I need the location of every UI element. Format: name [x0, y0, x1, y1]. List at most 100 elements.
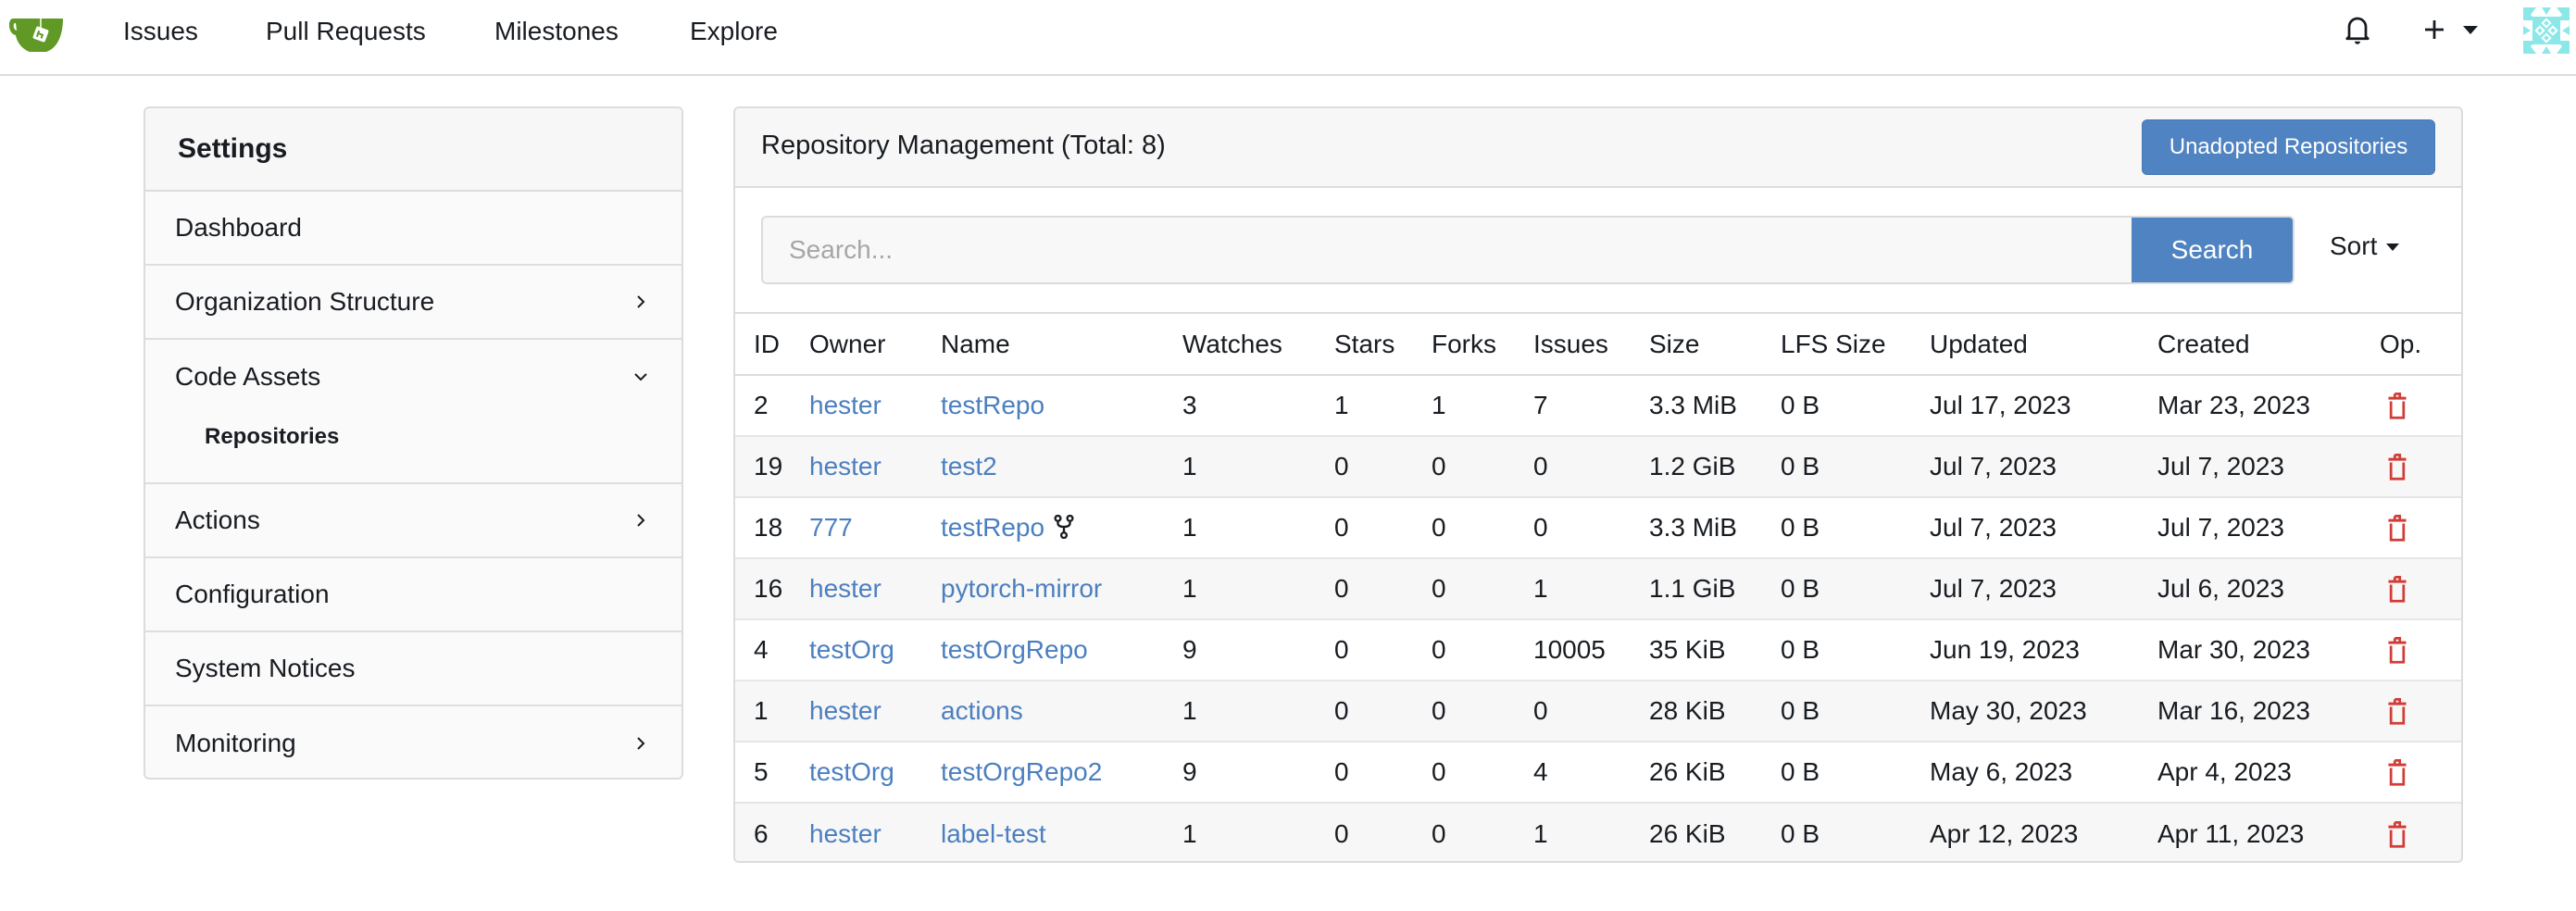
trash-icon[interactable] [2387, 759, 2407, 787]
repo-owner-link[interactable]: hester [809, 819, 882, 848]
sidebar-title: Settings [145, 108, 682, 192]
trash-icon[interactable] [2387, 454, 2407, 481]
repo-id: 6 [754, 818, 769, 848]
repo-size: 1.2 GiB [1649, 436, 1781, 498]
repo-watches: 1 [1182, 680, 1334, 743]
column-header-lfs-size[interactable]: LFS Size [1781, 314, 1930, 376]
column-header-size[interactable]: Size [1649, 314, 1781, 376]
gitea-logo-icon[interactable] [9, 11, 67, 54]
repo-created: Jul 7, 2023 [2157, 497, 2380, 559]
repo-id: 19 [735, 436, 809, 498]
repo-lfs-size: 0 B [1781, 680, 1930, 743]
sidebar-item-system-notices[interactable]: System Notices [145, 632, 682, 706]
repo-owner-link[interactable]: hester [809, 391, 882, 419]
repo-created: Jul 7, 2023 [2157, 436, 2380, 498]
repo-size: 1.1 GiB [1649, 558, 1781, 620]
nav-explore[interactable]: Explore [690, 16, 778, 47]
chevron-right-icon [637, 295, 645, 308]
repo-name-link[interactable]: testRepo [941, 513, 1044, 542]
column-header-issues[interactable]: Issues [1533, 314, 1649, 376]
table-row: 2 hester testRepo 3 1 1 7 3.3 MiB 0 B Ju… [735, 375, 2461, 437]
repo-forks: 0 [1432, 818, 1446, 848]
repo-name-link[interactable]: testOrgRepo2 [941, 757, 1102, 786]
avatar[interactable] [2523, 7, 2570, 54]
chevron-right-icon [637, 737, 645, 750]
trash-icon[interactable] [2387, 637, 2407, 665]
repo-owner-link[interactable]: 777 [809, 513, 853, 542]
trash-icon[interactable] [2387, 515, 2407, 543]
column-header-owner[interactable]: Owner [809, 314, 941, 376]
plus-icon[interactable] [2420, 13, 2448, 46]
column-header-forks[interactable]: Forks [1432, 314, 1533, 376]
nav-issues[interactable]: Issues [123, 16, 198, 47]
column-header-watches[interactable]: Watches [1182, 314, 1334, 376]
repo-issues: 1 [1533, 818, 1548, 848]
repo-name-link[interactable]: pytorch-mirror [941, 574, 1102, 603]
column-header-stars[interactable]: Stars [1334, 314, 1432, 376]
repo-issues: 0 [1533, 497, 1649, 559]
repo-stars: 0 [1334, 818, 1349, 848]
repo-owner-link[interactable]: hester [809, 696, 882, 725]
repo-issues: 4 [1533, 742, 1649, 804]
repo-size: 3.3 MiB [1649, 375, 1781, 437]
table-row: 18 777 testRepo 1 0 0 0 3.3 MiB 0 B Jul … [735, 497, 2461, 559]
repo-name-link[interactable]: actions [941, 696, 1023, 725]
repo-forks: 0 [1432, 497, 1533, 559]
sort-dropdown[interactable]: Sort [2330, 231, 2400, 261]
trash-icon[interactable] [2387, 698, 2407, 726]
repo-owner-link[interactable]: testOrg [809, 635, 894, 664]
repo-owner-link[interactable]: hester [809, 452, 882, 480]
repo-lfs-size: 0 B [1781, 497, 1930, 559]
repo-id: 5 [735, 742, 809, 804]
repo-watches: 1 [1182, 818, 1197, 848]
repo-watches: 9 [1182, 619, 1334, 681]
repo-owner-link[interactable]: testOrg [809, 757, 894, 786]
sidebar-item-dashboard[interactable]: Dashboard [145, 192, 682, 266]
repo-created: Mar 16, 2023 [2157, 680, 2380, 743]
search-input[interactable] [761, 216, 2135, 284]
repo-watches: 9 [1182, 742, 1334, 804]
repo-updated: Jun 19, 2023 [1930, 619, 2157, 681]
column-header-updated[interactable]: Updated [1930, 314, 2157, 376]
repo-created: Jul 6, 2023 [2157, 558, 2380, 620]
repo-watches: 3 [1182, 375, 1334, 437]
trash-icon[interactable] [2387, 820, 2407, 849]
column-header-name[interactable]: Name [941, 314, 1182, 376]
nav-pull-requests[interactable]: Pull Requests [266, 16, 426, 47]
repo-owner-link[interactable]: hester [809, 574, 882, 603]
repo-name-link[interactable]: label-test [941, 819, 1046, 848]
sidebar-item-actions[interactable]: Actions [145, 484, 682, 558]
nav-milestones[interactable]: Milestones [494, 16, 619, 47]
repo-updated: May 6, 2023 [1930, 742, 2157, 804]
sidebar-item-code-assets[interactable]: Code Assets [145, 340, 682, 414]
trash-icon[interactable] [2387, 393, 2407, 420]
repo-watches: 1 [1182, 497, 1334, 559]
repo-stars: 0 [1334, 619, 1432, 681]
repository-management-panel: Repository Management (Total: 8) Unadopt… [733, 106, 2463, 863]
column-header-id[interactable]: ID [735, 314, 809, 376]
sidebar-subitem-repositories[interactable]: Repositories [145, 414, 682, 460]
repo-watches: 1 [1182, 558, 1334, 620]
repo-name-link[interactable]: test2 [941, 452, 997, 480]
admin-settings-sidebar: Settings Dashboard Organization Structur… [144, 106, 683, 780]
repo-name-link[interactable]: testRepo [941, 391, 1044, 419]
repo-stars: 0 [1334, 558, 1432, 620]
repo-updated: Jul 7, 2023 [1930, 558, 2157, 620]
repositories-table: ID Owner Name Watches Stars Forks Issues… [735, 314, 2461, 861]
sidebar-item-configuration[interactable]: Configuration [145, 558, 682, 632]
repo-stars: 0 [1334, 680, 1432, 743]
create-dropdown-caret-icon[interactable] [2463, 26, 2478, 34]
unadopted-repositories-button[interactable]: Unadopted Repositories [2142, 119, 2435, 175]
bell-icon[interactable] [2341, 13, 2374, 46]
repo-updated: Apr 12, 2023 [1930, 818, 2079, 848]
repo-size: 26 KiB [1649, 818, 1726, 848]
column-header-created[interactable]: Created [2157, 314, 2380, 376]
repo-name-link[interactable]: testOrgRepo [941, 635, 1088, 664]
search-button[interactable]: Search [2132, 216, 2295, 284]
sidebar-item-monitoring[interactable]: Monitoring [145, 706, 682, 778]
repo-stars: 0 [1334, 497, 1432, 559]
sidebar-group-code-assets: Code Assets Repositories [145, 340, 682, 484]
repo-issues: 7 [1533, 375, 1649, 437]
sidebar-item-organization-structure[interactable]: Organization Structure [145, 266, 682, 340]
trash-icon[interactable] [2387, 576, 2407, 604]
